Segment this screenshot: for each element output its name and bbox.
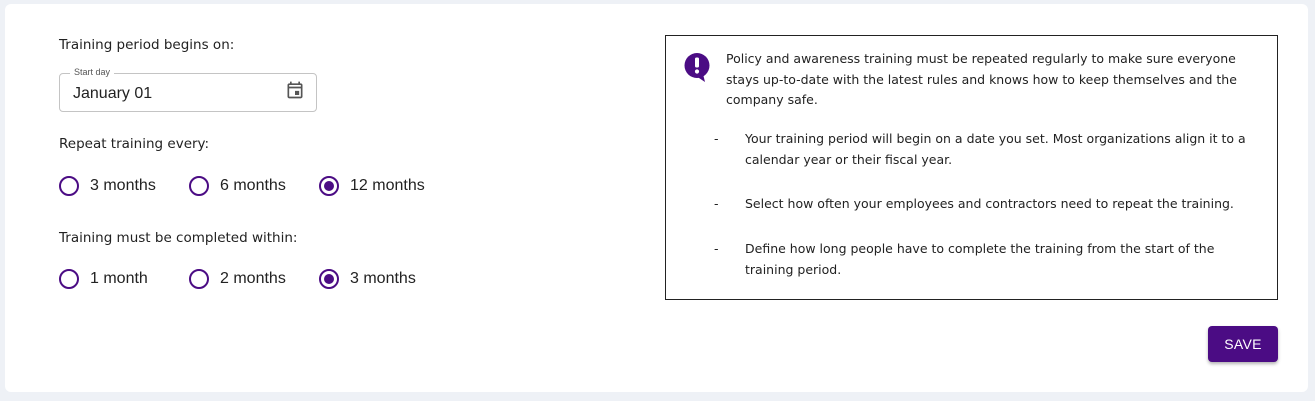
- radio-circle[interactable]: [189, 176, 209, 196]
- radio-circle[interactable]: [189, 269, 209, 289]
- start-day-legend: Start day: [70, 67, 115, 77]
- radio-label: 2 months: [220, 270, 286, 287]
- start-day-value: January 01: [73, 85, 153, 102]
- start-day-field[interactable]: Start day January 01: [59, 67, 317, 112]
- radio-circle[interactable]: [59, 269, 79, 289]
- radio-circle-selected[interactable]: [319, 176, 339, 196]
- start-section-label: Training period begins on:: [59, 37, 235, 53]
- bullet-text: Your training period will begin on a dat…: [745, 131, 1246, 167]
- radio-label: 12 months: [350, 177, 425, 194]
- bullet-dash: -: [714, 241, 719, 256]
- calendar-icon[interactable]: [285, 79, 305, 101]
- info-panel: Policy and awareness training must be re…: [665, 35, 1278, 300]
- radio-label: 6 months: [220, 177, 286, 194]
- info-intro-text: Policy and awareness training must be re…: [726, 51, 1237, 107]
- radio-circle[interactable]: [59, 176, 79, 196]
- bullet-dash: -: [714, 196, 719, 211]
- exclamation-speech-bubble-icon: [684, 53, 710, 82]
- complete-section-label: Training must be completed within:: [59, 230, 298, 246]
- repeat-section-label: Repeat training every:: [59, 136, 210, 152]
- radio-circle-selected[interactable]: [319, 269, 339, 289]
- radio-label: 3 months: [90, 177, 156, 194]
- bullet-dash: -: [714, 131, 719, 146]
- save-button[interactable]: SAVE: [1208, 326, 1278, 362]
- settings-card: Training period begins on: Start day Jan…: [5, 4, 1308, 392]
- bullet-text: Define how long people have to complete …: [745, 241, 1215, 277]
- radio-label: 1 month: [90, 270, 148, 287]
- bullet-text: Select how often your employees and cont…: [745, 196, 1234, 211]
- radio-label: 3 months: [350, 270, 416, 287]
